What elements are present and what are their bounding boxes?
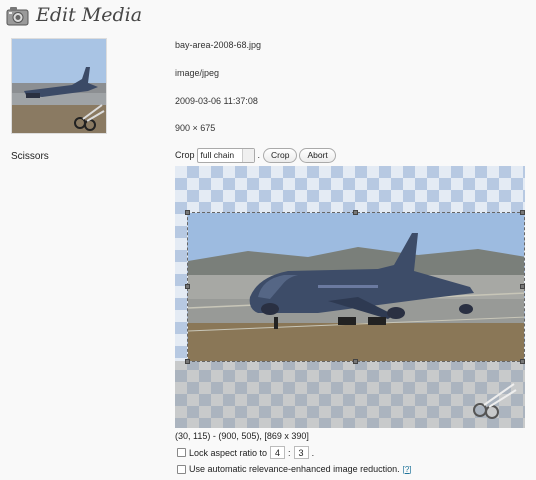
crop-handle-se[interactable]	[520, 359, 525, 364]
mime-type: image/jpeg	[175, 68, 220, 78]
auto-reduction-label: Use automatic relevance-enhanced image r…	[189, 464, 400, 474]
ratio-separator: :	[288, 447, 291, 458]
crop-handle-nw[interactable]	[185, 210, 190, 215]
media-camera-icon	[6, 6, 30, 28]
crop-preset-select[interactable]: full chain	[196, 147, 255, 163]
crop-handle-s[interactable]	[353, 359, 358, 364]
crop-handle-e[interactable]	[520, 284, 525, 289]
lock-aspect-checkbox[interactable]	[177, 448, 186, 457]
crop-handle-n[interactable]	[353, 210, 358, 215]
file-name: bay-area-2008-68.jpg	[175, 40, 262, 50]
ratio-height-input[interactable]: 3	[293, 446, 309, 459]
lock-aspect-option: Lock aspect ratio to 4 : 3 .	[177, 446, 314, 459]
crop-preset-value: full chain	[200, 150, 235, 160]
scissors-icon	[473, 383, 517, 419]
auto-reduction-option: Use automatic relevance-enhanced image r…	[177, 464, 412, 474]
crop-handle-sw[interactable]	[185, 359, 190, 364]
media-thumbnail	[11, 38, 107, 134]
image-dimensions: 900 × 675	[175, 123, 216, 133]
crop-canvas[interactable]	[175, 166, 525, 428]
filter-name: Scissors	[11, 151, 49, 162]
lock-aspect-label: Lock aspect ratio to	[189, 447, 268, 458]
crop-handle-ne[interactable]	[520, 210, 525, 215]
chevron-down-icon	[241, 148, 254, 162]
ratio-end: .	[311, 447, 315, 458]
separator: .	[257, 150, 261, 160]
crop-button[interactable]: Crop	[263, 147, 298, 163]
abort-button[interactable]: Abort	[299, 147, 336, 163]
auto-reduction-checkbox[interactable]	[177, 464, 186, 474]
selection-coordinates: (30, 115) - (900, 505), [869 x 390]	[175, 431, 309, 441]
help-link[interactable]: [?]	[403, 465, 412, 474]
crop-label: Crop	[175, 150, 195, 160]
upload-date: 2009-03-06 11:37:08	[175, 96, 258, 106]
crop-handle-w[interactable]	[185, 284, 190, 289]
page-title: Edit Media	[36, 4, 143, 26]
crop-toolbar: Crop full chain . Crop Abort	[175, 147, 336, 163]
ratio-width-input[interactable]: 4	[270, 446, 286, 459]
crop-selection[interactable]	[187, 212, 525, 362]
crop-photo	[188, 213, 524, 361]
